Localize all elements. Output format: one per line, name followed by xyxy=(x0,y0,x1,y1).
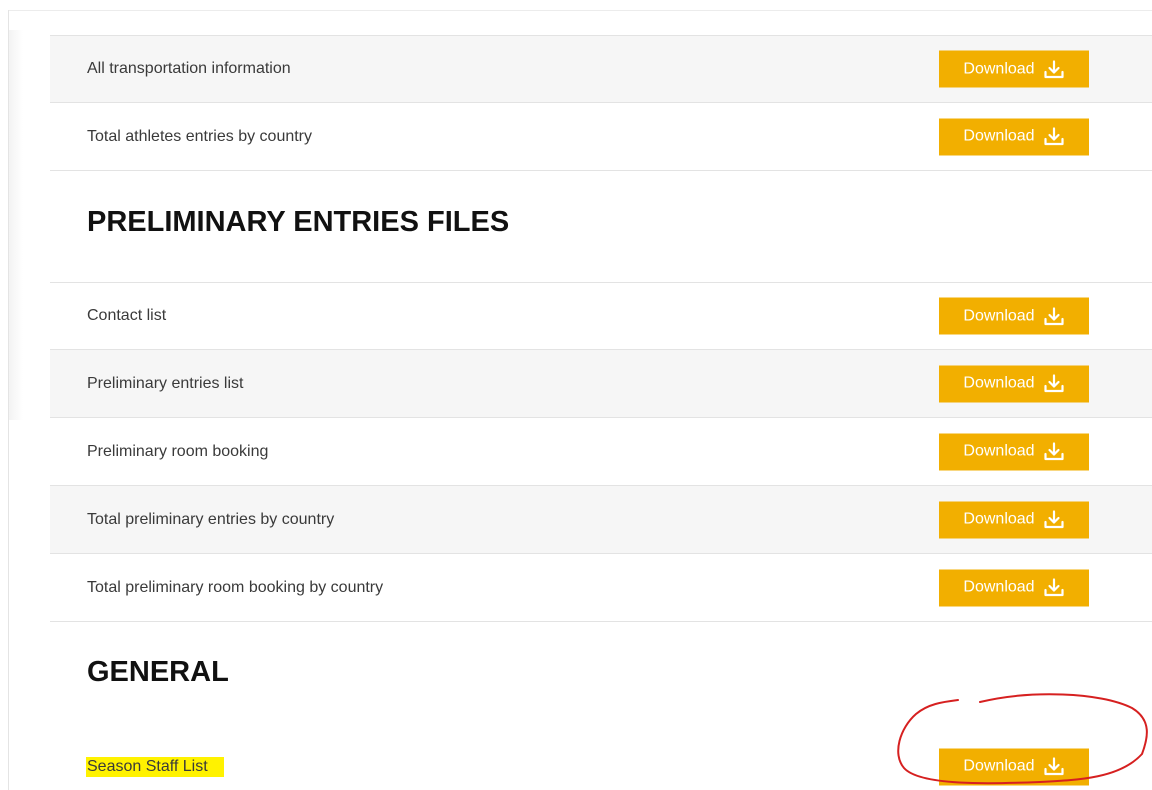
section-heading: PRELIMINARY ENTRIES FILES xyxy=(87,206,510,238)
file-label: Total preliminary entries by country xyxy=(87,510,335,528)
file-row-contact-list: Contact list Download xyxy=(50,282,1152,350)
file-row-season-staff: Season Staff List Download xyxy=(50,733,1152,790)
download-arrow-icon xyxy=(1043,757,1064,776)
download-arrow-icon xyxy=(1043,374,1064,393)
file-label: All transportation information xyxy=(87,60,291,77)
downloads-list: All transportation information Download … xyxy=(50,35,1152,790)
file-label: Total athletes entries by country xyxy=(87,127,313,145)
download-button[interactable]: Download xyxy=(939,433,1089,470)
download-label: Download xyxy=(963,307,1035,324)
download-arrow-icon xyxy=(1043,510,1064,529)
download-button[interactable]: Download xyxy=(939,365,1089,402)
file-label: Preliminary room booking xyxy=(87,442,269,460)
download-button[interactable]: Download xyxy=(939,297,1089,335)
download-arrow-icon xyxy=(1043,578,1064,597)
file-label: Season Staff List xyxy=(86,756,224,777)
download-arrow-icon xyxy=(1043,442,1064,461)
file-label: Preliminary entries list xyxy=(87,374,244,392)
file-row-room-booking: Preliminary room booking Download xyxy=(50,418,1152,486)
file-row-transportation: All transportation information Download xyxy=(50,35,1152,103)
download-label: Download xyxy=(963,510,1035,528)
download-button[interactable]: Download xyxy=(939,748,1089,785)
download-arrow-icon xyxy=(1043,127,1064,146)
section-header-general: GENERAL xyxy=(50,622,1152,733)
download-label: Download xyxy=(963,60,1035,77)
file-row-room-booking-by-country: Total preliminary room booking by countr… xyxy=(50,554,1152,622)
download-label: Download xyxy=(963,374,1035,392)
download-label: Download xyxy=(963,442,1035,460)
download-arrow-icon xyxy=(1043,306,1064,325)
file-row-athletes-entries: Total athletes entries by country Downlo… xyxy=(50,103,1152,171)
download-button[interactable]: Download xyxy=(939,50,1089,88)
top-divider xyxy=(8,10,1152,11)
download-label: Download xyxy=(963,127,1035,145)
file-row-entries-by-country: Total preliminary entries by country Dow… xyxy=(50,486,1152,554)
download-label: Download xyxy=(963,757,1035,775)
download-button[interactable]: Download xyxy=(939,118,1089,155)
download-arrow-icon xyxy=(1043,59,1064,78)
page: All transportation information Download … xyxy=(0,0,1152,790)
left-panel-shadow xyxy=(9,30,23,420)
download-button[interactable]: Download xyxy=(939,569,1089,606)
section-header-preliminary: PRELIMINARY ENTRIES FILES xyxy=(50,171,1152,282)
file-label: Total preliminary room booking by countr… xyxy=(87,578,384,596)
download-button[interactable]: Download xyxy=(939,501,1089,538)
file-label: Contact list xyxy=(87,307,167,324)
download-label: Download xyxy=(963,578,1035,596)
file-row-preliminary-entries: Preliminary entries list Download xyxy=(50,350,1152,418)
section-heading: GENERAL xyxy=(87,656,229,688)
